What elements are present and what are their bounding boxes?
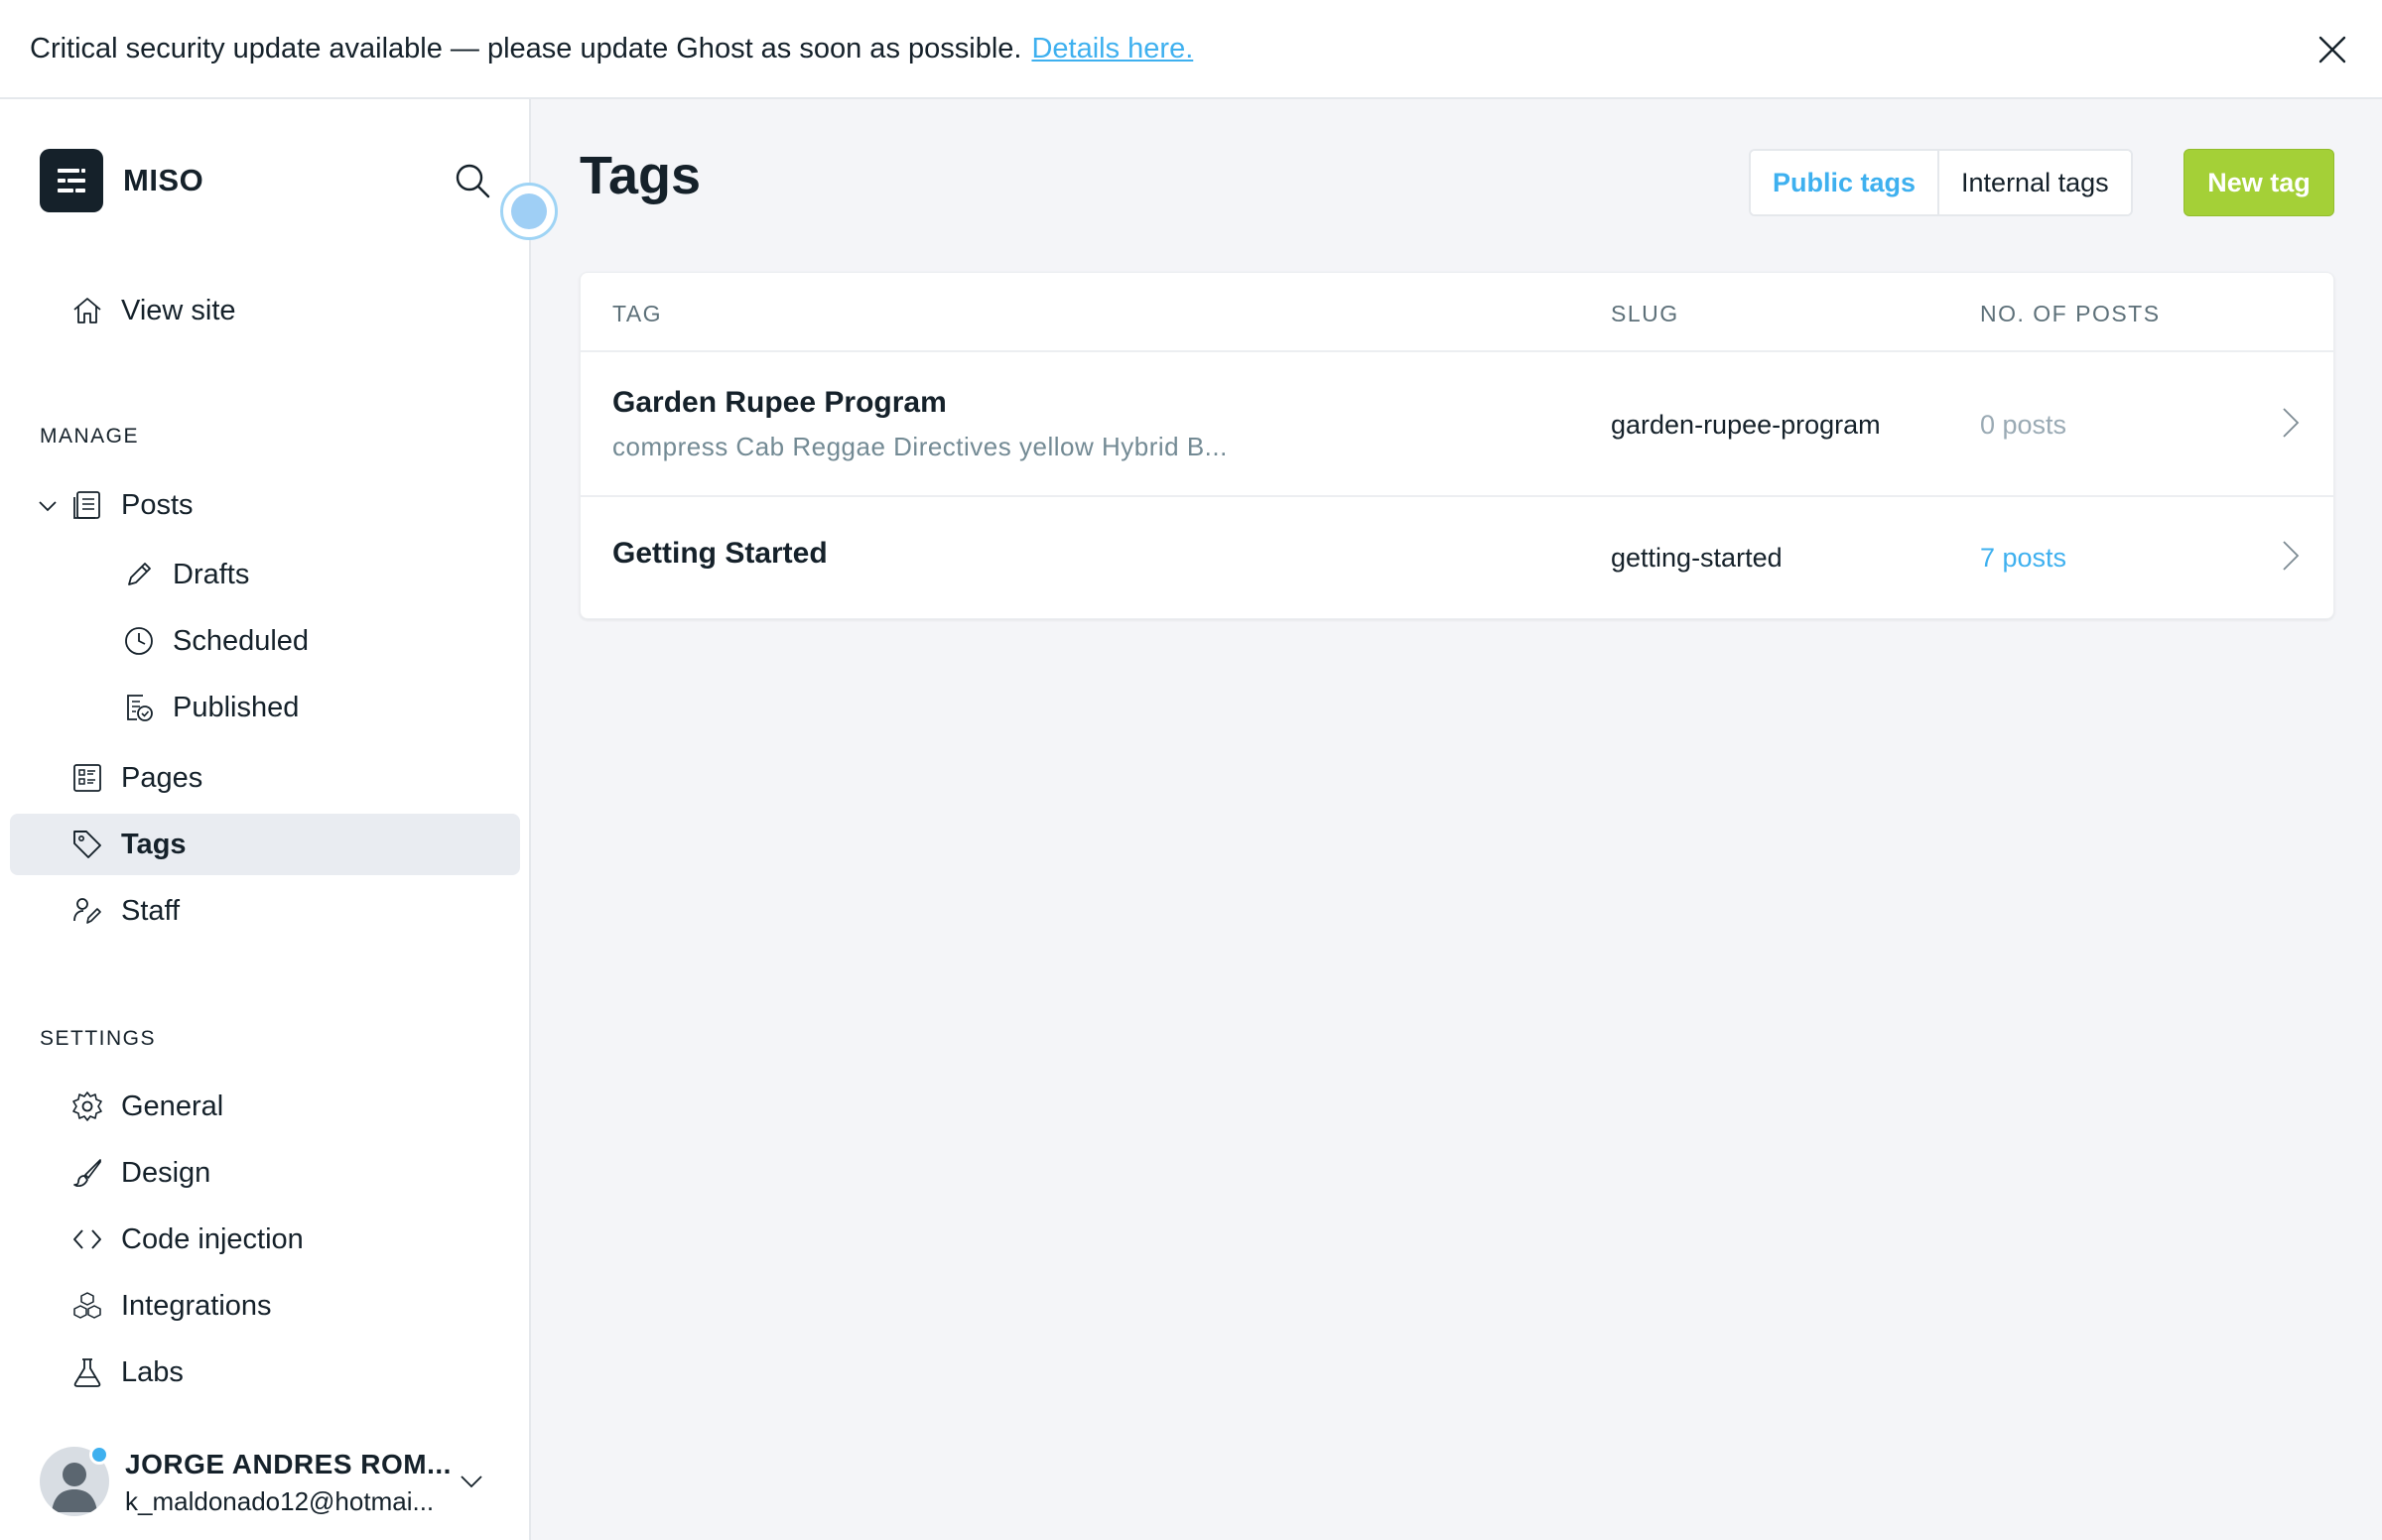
new-tag-button[interactable]: New tag bbox=[2184, 149, 2334, 216]
chevron-right-icon bbox=[2283, 408, 2300, 438]
banner-details-link[interactable]: Details here. bbox=[1031, 33, 1193, 65]
nav-scheduled-label: Scheduled bbox=[173, 624, 310, 657]
nav-published[interactable]: Published bbox=[10, 677, 520, 738]
tag-name: Garden Rupee Program bbox=[612, 386, 947, 419]
nav-pages-label: Pages bbox=[121, 761, 203, 794]
search-icon[interactable] bbox=[453, 161, 492, 200]
nav-integrations[interactable]: Integrations bbox=[10, 1275, 520, 1337]
nav-posts-label: Posts bbox=[121, 488, 194, 521]
user-name: JORGE ANDRES ROM... bbox=[125, 1449, 452, 1479]
tags-table: TAG SLUG NO. OF POSTS Garden Rupee Progr… bbox=[580, 272, 2334, 619]
nav-published-label: Published bbox=[173, 691, 300, 723]
banner-message: Critical security update available — ple… bbox=[30, 32, 1022, 64]
tag-slug: getting-started bbox=[1611, 543, 1783, 573]
nav-general-label: General bbox=[121, 1090, 224, 1122]
site-name: MISO bbox=[123, 163, 204, 197]
brand[interactable]: MISO bbox=[40, 149, 203, 212]
chevron-right-icon bbox=[2283, 541, 2300, 571]
column-slug: SLUG bbox=[1611, 301, 1679, 326]
nav-staff[interactable]: Staff bbox=[10, 880, 520, 942]
flask-icon bbox=[73, 1358, 101, 1387]
user-menu[interactable]: JORGE ANDRES ROM... k_maldonado12@hotmai… bbox=[40, 1441, 506, 1520]
manage-heading: MANAGE bbox=[40, 425, 140, 448]
tag-slug: garden-rupee-program bbox=[1611, 410, 1881, 440]
nav-posts[interactable]: Posts bbox=[10, 474, 520, 536]
nav-design-label: Design bbox=[121, 1156, 211, 1189]
nav-design[interactable]: Design bbox=[10, 1142, 520, 1204]
nav-staff-label: Staff bbox=[121, 894, 181, 927]
nav-drafts-label: Drafts bbox=[173, 558, 250, 590]
nav-code-injection[interactable]: Code injection bbox=[10, 1209, 520, 1270]
nav-code-injection-label: Code injection bbox=[121, 1222, 304, 1255]
posts-icon bbox=[73, 491, 100, 519]
sidebar: MISO View site MANAGE Posts Drafts Sched… bbox=[0, 99, 531, 1540]
close-icon[interactable] bbox=[2316, 34, 2348, 65]
settings-heading: SETTINGS bbox=[40, 1027, 157, 1050]
tab-public-tags[interactable]: Public tags bbox=[1751, 151, 1940, 214]
onboarding-pulse[interactable] bbox=[500, 183, 558, 240]
tag-icon bbox=[73, 831, 101, 858]
nav-labs[interactable]: Labs bbox=[10, 1342, 520, 1403]
user-email: k_maldonado12@hotmai... bbox=[125, 1486, 435, 1516]
nav-labs-label: Labs bbox=[121, 1355, 184, 1388]
nav-tags[interactable]: Tags bbox=[10, 814, 520, 875]
gear-icon bbox=[72, 1091, 102, 1121]
page-title: Tags bbox=[580, 146, 702, 205]
nav-integrations-label: Integrations bbox=[121, 1289, 272, 1322]
tag-type-filter: Public tags Internal tags bbox=[1749, 149, 2133, 216]
clock-icon bbox=[125, 627, 153, 655]
tag-post-count[interactable]: 0 posts bbox=[1980, 410, 2066, 441]
nav-pages[interactable]: Pages bbox=[10, 747, 520, 809]
table-row[interactable]: Getting Started getting-started 7 posts bbox=[581, 499, 2333, 618]
nav-general[interactable]: General bbox=[10, 1076, 520, 1137]
nav-tags-label: Tags bbox=[121, 828, 187, 860]
table-row[interactable]: Garden Rupee Program compress Cab Reggae… bbox=[581, 354, 2333, 497]
published-icon bbox=[127, 695, 153, 721]
nav-drafts[interactable]: Drafts bbox=[10, 544, 520, 605]
staff-icon bbox=[73, 898, 101, 924]
notification-dot bbox=[89, 1445, 109, 1465]
code-icon bbox=[73, 1229, 101, 1249]
tag-name: Getting Started bbox=[612, 537, 828, 570]
brush-icon bbox=[73, 1159, 101, 1187]
security-banner: Critical security update available — ple… bbox=[0, 0, 2382, 99]
integrations-icon bbox=[73, 1292, 101, 1319]
pencil-icon bbox=[128, 563, 151, 585]
chevron-down-icon[interactable] bbox=[38, 496, 58, 516]
table-header: TAG SLUG NO. OF POSTS bbox=[581, 273, 2333, 352]
tab-internal-tags[interactable]: Internal tags bbox=[1939, 151, 2131, 214]
pages-icon bbox=[73, 764, 101, 792]
nav-scheduled[interactable]: Scheduled bbox=[10, 610, 520, 672]
tag-post-count[interactable]: 7 posts bbox=[1980, 543, 2066, 574]
ghost-logo-icon bbox=[40, 149, 103, 212]
tag-description: compress Cab Reggae Directives yellow Hy… bbox=[612, 432, 1228, 461]
column-tag: TAG bbox=[612, 301, 663, 326]
nav-view-site[interactable]: View site bbox=[10, 280, 520, 341]
nav-view-site-label: View site bbox=[121, 294, 236, 326]
chevron-down-icon[interactable] bbox=[459, 1469, 484, 1494]
home-icon bbox=[73, 298, 101, 323]
column-posts: NO. OF POSTS bbox=[1980, 301, 2161, 326]
